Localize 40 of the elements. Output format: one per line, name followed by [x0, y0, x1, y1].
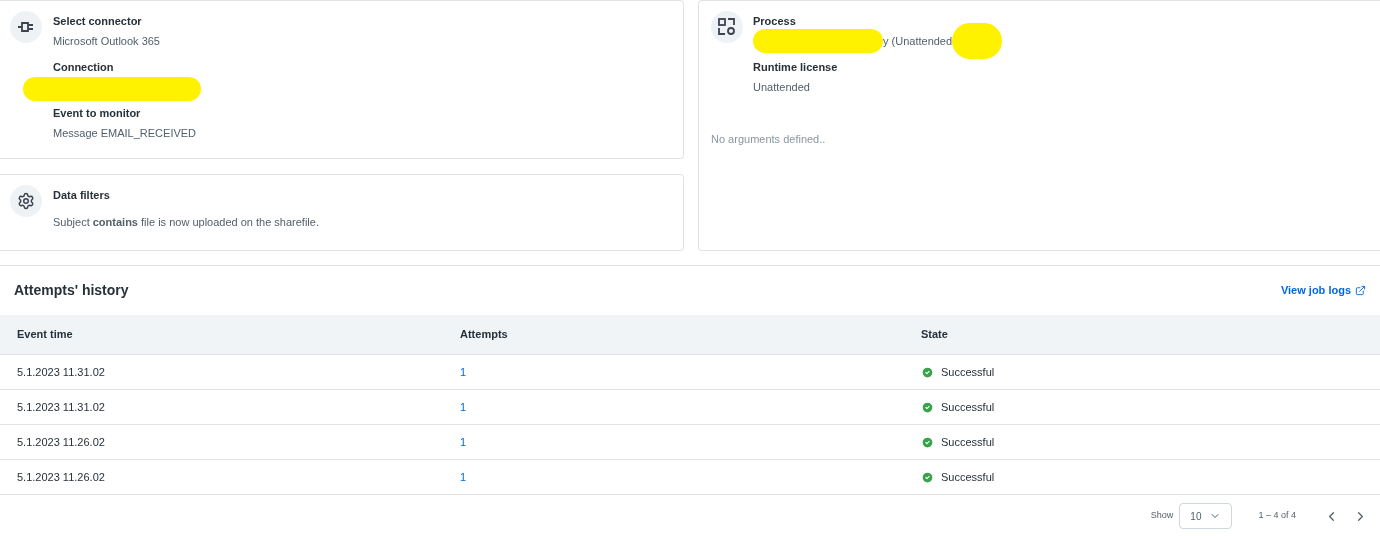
page-size-select[interactable]: 10 [1179, 503, 1233, 529]
section-title: Attempts' history [14, 281, 129, 300]
filter-text: Subject contains file is now uploaded on the sharefile. [53, 214, 319, 230]
table-cell-text: 1 [460, 434, 468, 450]
table-cell-text: 5.1.2023 11.26.02 [17, 434, 106, 450]
field-value: Microsoft Outlook 365 [53, 33, 161, 49]
card-title: Data filters [53, 188, 111, 203]
show-label: Show [1150, 509, 1174, 523]
table-cell-text: Successful [941, 434, 995, 450]
plug-icon [17, 20, 35, 34]
field-label: Select connector [53, 14, 143, 29]
page-range: 1 – 4 of 4 [1258, 509, 1296, 523]
column-header: Event time [17, 327, 74, 343]
view-logs-link[interactable]: View job logs [1280, 282, 1366, 299]
table-cell-text: 5.1.2023 11.31.02 [17, 364, 106, 380]
field-label: Connection [53, 60, 115, 75]
field-value: Unattended [753, 79, 810, 95]
column-header: State [921, 327, 949, 343]
field-label: Runtime license [753, 60, 839, 75]
field-value: y (Unattended [883, 33, 953, 49]
empty-note: No arguments defined.. [711, 132, 827, 147]
external-link-icon [1355, 285, 1366, 296]
process-icon [718, 18, 736, 36]
table-cell-text: 5.1.2023 11.31.02 [17, 399, 106, 415]
success-icon [921, 400, 934, 414]
field-label: Event to monitor [53, 106, 142, 121]
success-icon [921, 365, 934, 379]
table-cell-text: 1 [460, 364, 468, 380]
field-label: Process [753, 14, 797, 29]
table-cell-text: 5.1.2023 11.26.02 [17, 469, 106, 485]
column-header: Attempts [460, 327, 509, 343]
table-cell-text: Successful [941, 364, 995, 380]
table-cell-text: Successful [941, 399, 995, 415]
success-icon [921, 470, 934, 484]
settings-icon [17, 192, 35, 210]
table-cell-text: 1 [460, 469, 468, 485]
success-icon [921, 435, 934, 449]
table-cell-text: Successful [941, 469, 995, 485]
table-cell-text: 1 [460, 399, 468, 415]
field-value: Message EMAIL_RECEIVED [53, 125, 198, 141]
